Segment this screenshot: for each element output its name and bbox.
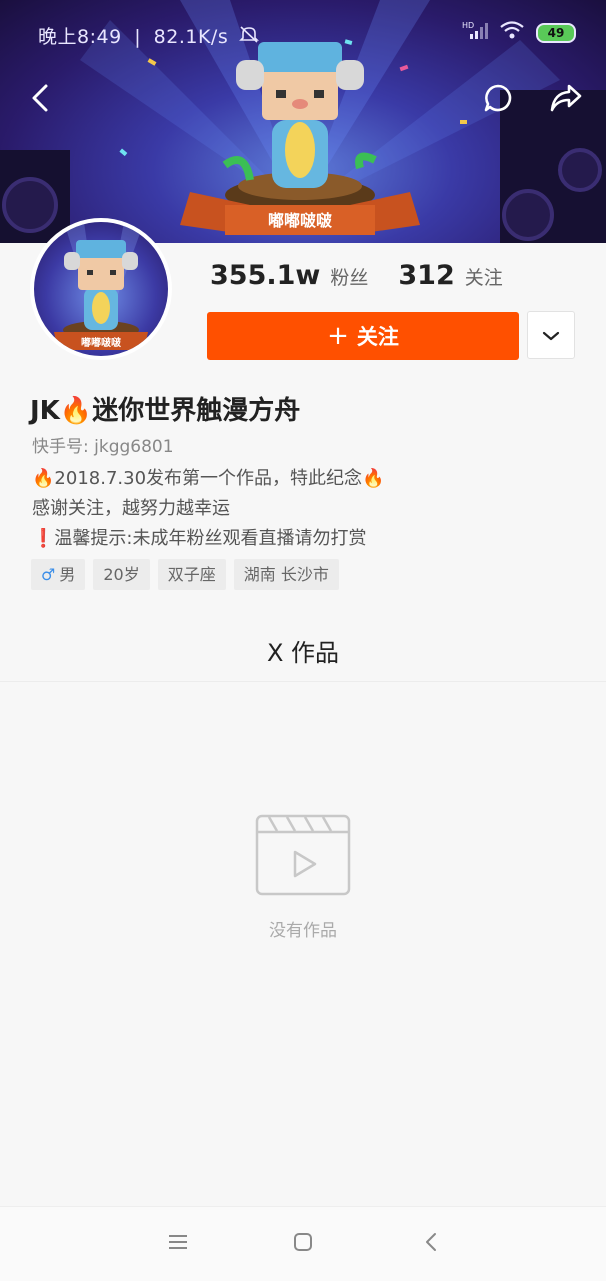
mute-icon xyxy=(238,26,259,48)
bio-line: 🔥2018.7.30发布第一个作品，特此纪念🔥 xyxy=(32,468,385,489)
cellular-signal-icon: HD xyxy=(462,20,488,45)
bio-line: 感谢关注，越努力越幸运 xyxy=(32,498,230,519)
profile-bio: 🔥2018.7.30发布第一个作品，特此纪念🔥 感谢关注，越努力越幸运 ❗温馨提… xyxy=(32,464,384,554)
empty-state: 没有作品 xyxy=(0,682,606,1206)
status-separator: | xyxy=(134,26,142,48)
works-tab-bar: X 作品 xyxy=(0,620,606,682)
tab-works[interactable]: X 作品 xyxy=(267,633,339,668)
signal-hd-label: HD xyxy=(462,21,474,30)
following-label[interactable]: 关注 xyxy=(465,263,503,290)
share-arrow-icon xyxy=(549,83,583,117)
avatar[interactable]: 嘟嘟啵啵 xyxy=(30,218,172,360)
gender-label: 男 xyxy=(59,565,76,584)
message-button[interactable] xyxy=(478,80,518,120)
gender-tag: ♂ 男 xyxy=(31,559,86,590)
share-button[interactable] xyxy=(546,80,586,120)
status-right: HD 49 xyxy=(462,20,576,45)
menu-button[interactable] xyxy=(165,1231,191,1257)
back-button[interactable] xyxy=(20,80,60,120)
back-arrow-icon xyxy=(30,83,50,117)
back-chevron-icon xyxy=(424,1232,438,1256)
bio-line: ❗温馨提示:未成年粉丝观看直播请勿打赏 xyxy=(32,528,367,549)
status-left: 晚上8:49 | 82.1K/s xyxy=(38,22,259,49)
banner-character-label: 嘟嘟啵啵 xyxy=(268,211,333,230)
empty-state-text: 没有作品 xyxy=(269,921,337,941)
battery-icon: 49 xyxy=(536,22,576,43)
age-tag: 20岁 xyxy=(93,559,150,590)
chevron-down-icon xyxy=(542,326,560,345)
follow-button-label: 关注 xyxy=(356,325,399,349)
avatar-illustration: 嘟嘟啵啵 xyxy=(54,222,148,350)
system-navigation-bar xyxy=(0,1206,606,1281)
video-clapper-icon xyxy=(255,814,351,900)
battery-level: 49 xyxy=(547,25,565,40)
male-icon: ♂ xyxy=(41,565,56,584)
stats-row: 355.1w 粉丝 312 关注 xyxy=(210,260,533,291)
status-bar: 晚上8:49 | 82.1K/s HD 49 xyxy=(0,0,606,66)
follow-button[interactable]: + 关注 xyxy=(207,312,519,360)
zodiac-tag: 双子座 xyxy=(157,559,226,590)
more-options-button[interactable] xyxy=(527,311,575,359)
fans-count[interactable]: 355.1w xyxy=(210,260,320,291)
fans-label[interactable]: 粉丝 xyxy=(330,263,368,290)
following-count[interactable]: 312 xyxy=(398,260,454,291)
home-square-icon xyxy=(293,1232,313,1256)
system-back-button[interactable] xyxy=(418,1231,444,1257)
status-speed: 82.1K/s xyxy=(153,26,229,48)
status-time: 晚上8:49 xyxy=(38,26,122,48)
profile-tags: ♂ 男 20岁 双子座 湖南 长沙市 xyxy=(31,559,339,590)
kuaishou-id: 快手号: jkgg6801 xyxy=(32,437,174,457)
home-button[interactable] xyxy=(290,1231,316,1257)
wifi-icon xyxy=(500,21,524,44)
profile-banner: 嘟嘟啵啵 晚上8:49 | 82.1K/s HD 49 xyxy=(0,0,606,243)
plus-icon: + xyxy=(327,321,349,351)
avatar-character-label: 嘟嘟啵啵 xyxy=(81,336,122,349)
menu-icon xyxy=(168,1233,188,1255)
location-tag: 湖南 长沙市 xyxy=(233,559,339,590)
profile-name: JK🔥迷你世界触漫方舟 xyxy=(30,396,301,426)
chat-bubble-icon xyxy=(482,82,514,118)
